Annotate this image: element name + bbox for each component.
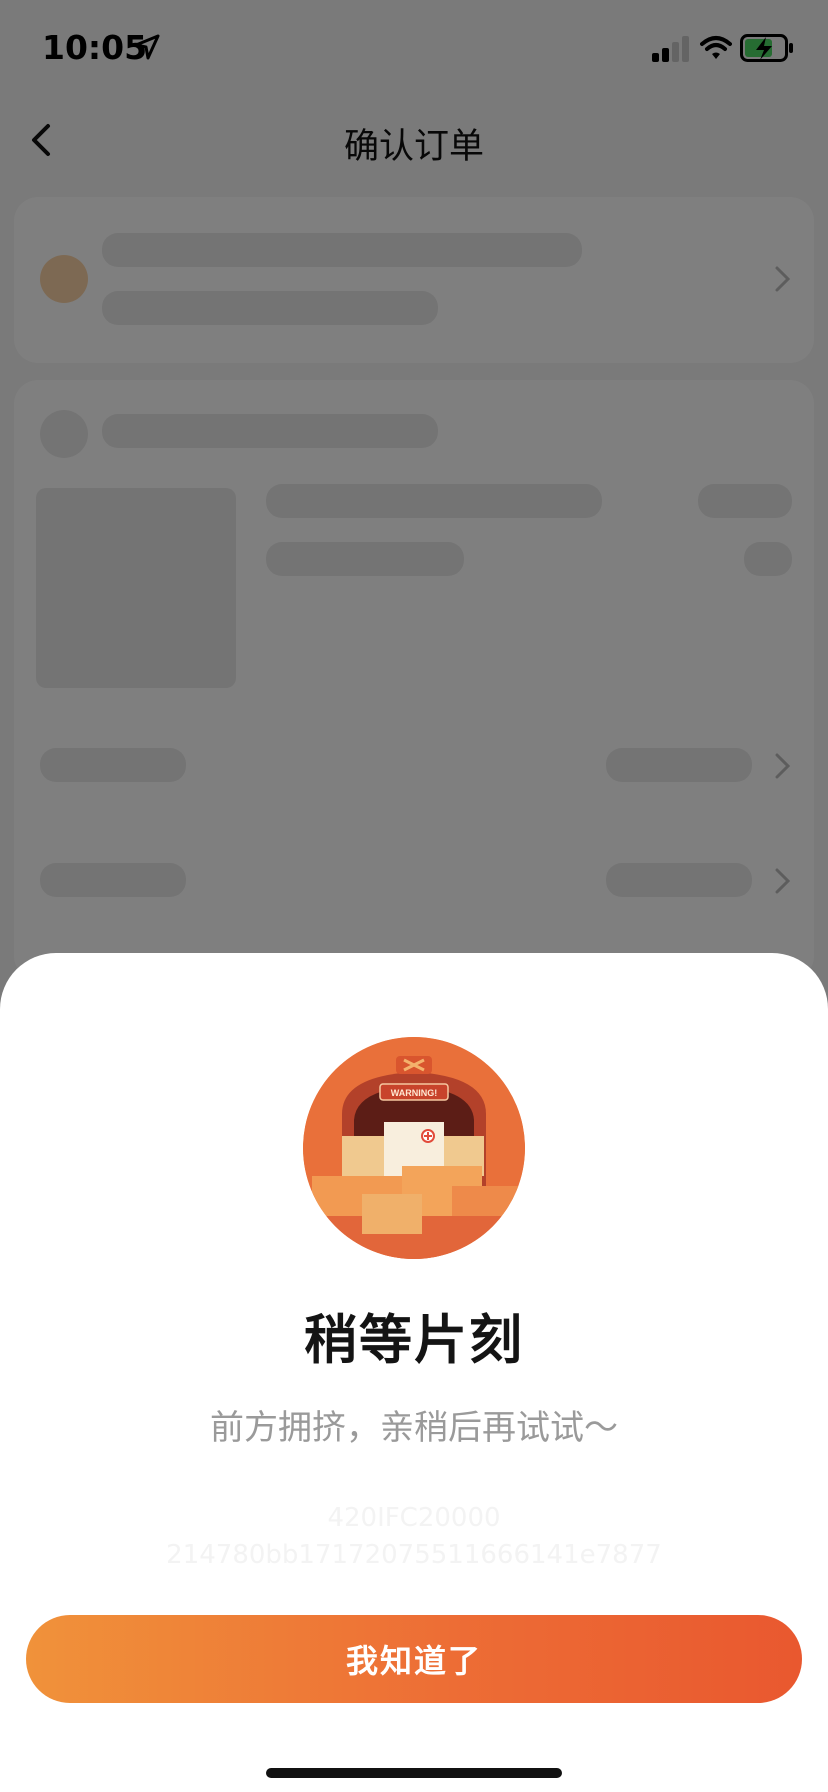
busy-dialog-sheet: WARNING! 稍等片刻 前方拥挤，亲稍后再试试～ 420IFC20000 2… bbox=[0, 953, 828, 1792]
error-code: 420IFC20000 bbox=[327, 1503, 501, 1533]
dialog-title: 稍等片刻 bbox=[304, 1310, 524, 1371]
home-indicator[interactable] bbox=[266, 1768, 562, 1778]
dialog-subtitle: 前方拥挤，亲稍后再试试～ bbox=[210, 1408, 618, 1448]
warning-truck-illustration: WARNING! bbox=[303, 1037, 525, 1259]
trace-id: 214780bb17172075511666141e7877 bbox=[166, 1540, 662, 1570]
warning-sign-text: WARNING! bbox=[391, 1088, 438, 1098]
got-it-button[interactable]: 我知道了 bbox=[26, 1615, 802, 1703]
